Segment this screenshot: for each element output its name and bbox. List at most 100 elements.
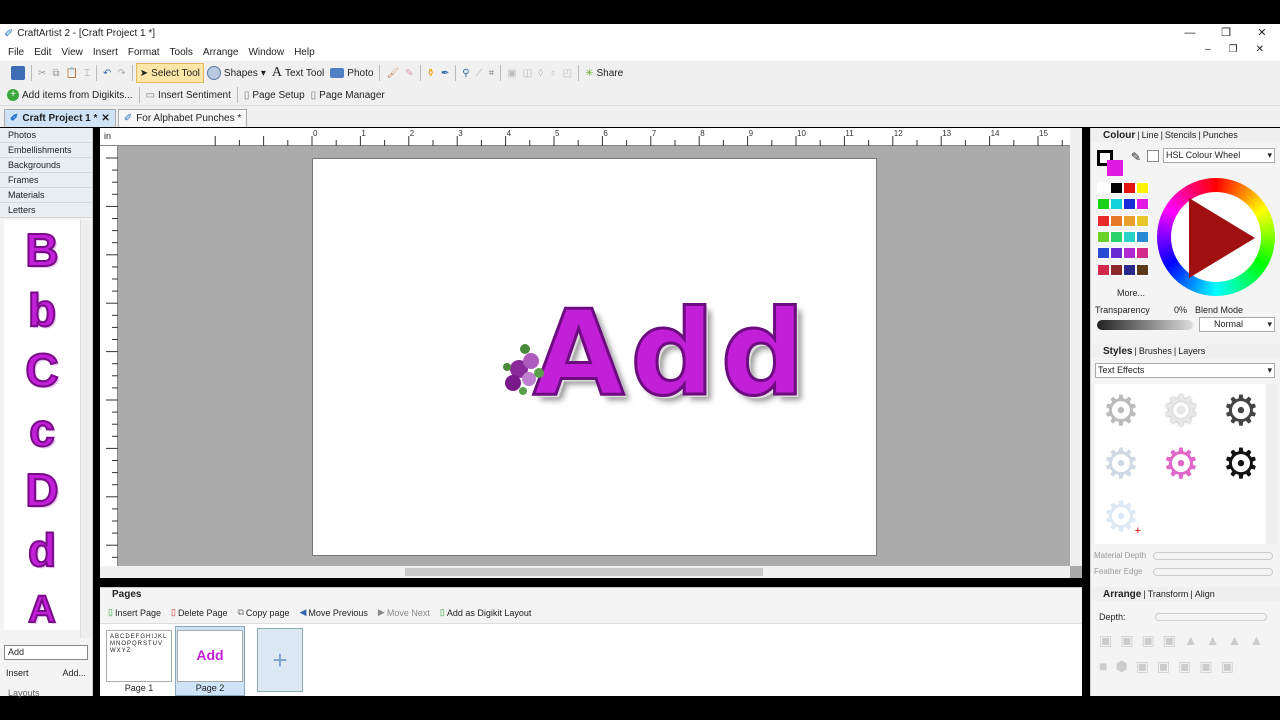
hsl-colour-wheel[interactable]: [1157, 178, 1275, 296]
tab-stencils[interactable]: Stencils: [1165, 130, 1197, 140]
colour-triangle[interactable]: [1189, 198, 1255, 278]
category-backgrounds[interactable]: Backgrounds: [0, 158, 92, 173]
add-digikit-layout-button[interactable]: ▯ Add as Digikit Layout: [440, 607, 532, 618]
undo-button[interactable]: ↶: [100, 63, 114, 83]
tab-colour[interactable]: Colour: [1103, 130, 1135, 141]
page-thumbnail-2[interactable]: Add: [177, 630, 243, 682]
colour-swatch[interactable]: [1123, 214, 1136, 227]
colour-swatch[interactable]: [1136, 263, 1149, 276]
horizontal-scrollbar[interactable]: [100, 566, 1070, 578]
paste-button[interactable]: 📋: [63, 63, 81, 83]
menu-view[interactable]: View: [61, 47, 83, 58]
insert-sentiment-button[interactable]: ▭ Insert Sentiment: [143, 85, 234, 105]
tab-alphabet-punches[interactable]: ✐ For Alphabet Punches *: [117, 109, 248, 127]
crop-button[interactable]: ⌗: [486, 63, 498, 83]
tab-align[interactable]: Align: [1195, 589, 1215, 599]
colour-swatch[interactable]: [1097, 247, 1110, 260]
minimize-button[interactable]: —: [1172, 24, 1208, 43]
colour-swatch[interactable]: [1123, 263, 1136, 276]
search-input[interactable]: Add: [4, 645, 88, 660]
move-next-button[interactable]: ▶ Move Next: [378, 607, 430, 618]
brush-button[interactable]: 🖌: [383, 63, 402, 83]
category-materials[interactable]: Materials: [0, 188, 92, 203]
colour-swatch[interactable]: [1110, 263, 1123, 276]
letter-item[interactable]: C: [4, 340, 80, 400]
more-colours-link[interactable]: More...: [1117, 288, 1145, 298]
page-manager-button[interactable]: ▯ Page Manager: [308, 85, 388, 105]
gear-icon[interactable]: ⚙ +: [1097, 493, 1145, 541]
close-button[interactable]: ✕: [1244, 24, 1280, 43]
menu-help[interactable]: Help: [294, 47, 315, 58]
letter-item[interactable]: d: [4, 520, 80, 580]
arrange-buttons-row-1[interactable]: ▣▣▣▣▲▲▲▲: [1099, 632, 1269, 649]
gear-icon[interactable]: ⚙: [1097, 386, 1145, 434]
tab-punches[interactable]: Punches: [1203, 130, 1238, 140]
tab-brushes[interactable]: Brushes: [1139, 346, 1172, 356]
copy-page-button[interactable]: ⧉ Copy page: [237, 607, 289, 618]
fill-colour-swatch[interactable]: [1107, 160, 1123, 176]
tab-styles[interactable]: Styles: [1103, 346, 1132, 357]
tab-arrange[interactable]: Arrange: [1103, 589, 1141, 600]
colour-swatch[interactable]: [1097, 230, 1110, 243]
fill-button[interactable]: ⚱: [424, 63, 438, 83]
text-tool-button[interactable]: A Text Tool: [269, 63, 327, 83]
colour-swatch[interactable]: [1097, 198, 1110, 211]
format-painter-button[interactable]: ⌶: [81, 63, 93, 83]
tool-e-button[interactable]: ◰: [560, 63, 575, 83]
restore-button[interactable]: ❐: [1208, 24, 1244, 43]
colour-swatch[interactable]: [1097, 182, 1110, 194]
insert-button[interactable]: Insert: [6, 668, 29, 678]
layouts-tab[interactable]: Layouts: [8, 688, 40, 698]
style-category-select[interactable]: Text Effects ▾: [1095, 363, 1275, 378]
move-previous-button[interactable]: ◀ Move Previous: [299, 607, 367, 618]
category-frames[interactable]: Frames: [0, 173, 92, 188]
colour-swatch[interactable]: [1110, 214, 1123, 227]
colour-swatch[interactable]: [1136, 230, 1149, 243]
gear-icon[interactable]: ⚙: [1217, 439, 1265, 487]
letter-item[interactable]: A: [4, 580, 80, 640]
straighten-button[interactable]: ⟋: [473, 63, 486, 83]
menu-file[interactable]: File: [8, 47, 24, 58]
save-button[interactable]: [8, 63, 28, 83]
tab-line[interactable]: Line: [1142, 130, 1159, 140]
add-text-object[interactable]: Add: [531, 293, 811, 414]
colour-swatch[interactable]: [1110, 182, 1123, 194]
menu-insert[interactable]: Insert: [93, 47, 118, 58]
letter-scrollbar[interactable]: [80, 220, 91, 638]
pen-button[interactable]: ✒: [438, 63, 452, 83]
tool-c-button[interactable]: ◊: [535, 63, 546, 83]
category-embellishments[interactable]: Embellishments: [0, 143, 92, 158]
colour-swatch[interactable]: [1097, 214, 1110, 227]
colour-swatch[interactable]: [1136, 247, 1149, 260]
tab-layers[interactable]: Layers: [1178, 346, 1205, 356]
colour-swatch[interactable]: [1097, 263, 1110, 276]
shapes-button[interactable]: Shapes ▾: [204, 63, 269, 83]
node-tool-button[interactable]: ⚲: [459, 63, 472, 83]
page-thumbnail-1[interactable]: ABCDEFGHIJKLMNOPQRSTUVWXYZ: [106, 630, 172, 682]
gear-icon[interactable]: ⚙: [1097, 439, 1145, 487]
gear-icon[interactable]: ⚙: [1217, 386, 1265, 434]
add-page-button[interactable]: +: [257, 628, 303, 692]
colour-swatch[interactable]: [1123, 182, 1136, 194]
depth-slider[interactable]: [1155, 613, 1267, 621]
menu-window[interactable]: Window: [248, 47, 284, 58]
add-button[interactable]: Add...: [62, 668, 86, 678]
delete-page-button[interactable]: ▯ Delete Page: [171, 607, 228, 618]
page-canvas[interactable]: Add: [312, 158, 877, 556]
menu-arrange[interactable]: Arrange: [203, 47, 239, 58]
vertical-scrollbar[interactable]: [1070, 128, 1082, 566]
arrange-buttons-row-2[interactable]: ■⬢▣▣▣▣▣: [1099, 658, 1269, 675]
menu-tools[interactable]: Tools: [170, 47, 193, 58]
horizontal-scroll-thumb[interactable]: [405, 568, 763, 576]
redo-button[interactable]: ↷: [114, 63, 128, 83]
tab-transform[interactable]: Transform: [1148, 589, 1189, 599]
material-depth-slider[interactable]: [1153, 552, 1273, 560]
letter-item[interactable]: D: [4, 460, 80, 520]
flower-embellishment[interactable]: [501, 339, 549, 399]
mdi-restore-button[interactable]: ❐: [1229, 44, 1238, 55]
feather-edge-slider[interactable]: [1153, 568, 1273, 576]
tool-b-button[interactable]: ◫: [520, 63, 535, 83]
colour-swatch[interactable]: [1110, 247, 1123, 260]
colour-swatch[interactable]: [1123, 198, 1136, 211]
cut-button[interactable]: ✂: [35, 63, 49, 83]
